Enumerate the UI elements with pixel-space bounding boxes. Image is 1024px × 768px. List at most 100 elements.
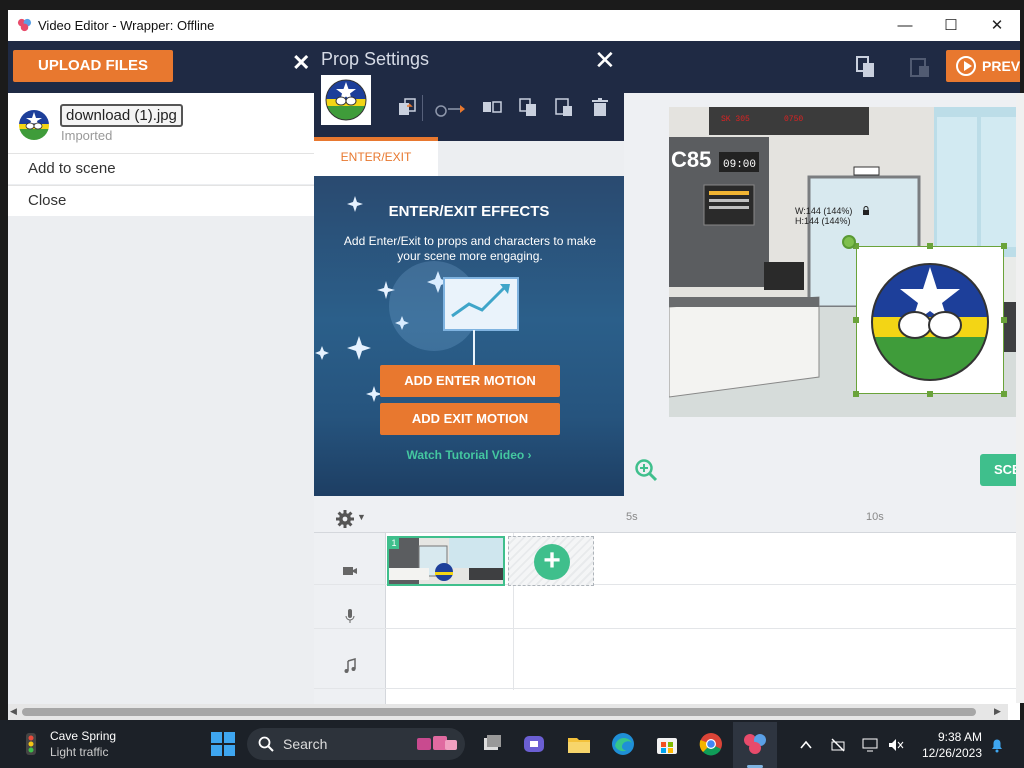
horizontal-scrollbar[interactable]: ◀ ▶ — [8, 704, 1008, 720]
resize-handle[interactable] — [927, 391, 933, 397]
prop-thumbnail — [321, 75, 371, 125]
tab-enter-exit[interactable]: ENTER/EXIT — [314, 137, 438, 176]
minimize-button[interactable]: — — [882, 10, 928, 41]
delete-icon[interactable] — [590, 97, 610, 117]
chevron-up-icon[interactable] — [798, 737, 814, 753]
maximize-button[interactable]: ☐ — [928, 10, 974, 41]
scene-canvas[interactable]: SK 305 0750 C85 09:00 W:144 (144%) H:144… — [669, 107, 1020, 417]
preview-button[interactable]: PREV — [946, 50, 1020, 82]
close-panel-button[interactable]: ✕ — [292, 50, 310, 76]
add-enter-motion-button[interactable]: ADD ENTER MOTION — [380, 365, 560, 397]
timeline-ruler: ▼ 5s 10s — [314, 503, 1020, 533]
lock-icon[interactable] — [862, 206, 870, 216]
scroll-right-icon[interactable]: ▶ — [994, 706, 1001, 717]
scene-clip[interactable]: 1 — [387, 536, 505, 586]
watch-tutorial-link[interactable]: Watch Tutorial Video › — [314, 448, 624, 462]
asset-filename[interactable]: download (1).jpg — [60, 104, 183, 127]
height-readout: H:144 (144%) — [795, 216, 851, 226]
preview-label: PREV — [982, 58, 1020, 74]
rotate-handle[interactable] — [842, 235, 856, 249]
prop-tab-bar: ENTER/EXIT — [314, 137, 624, 176]
camera-icon — [343, 567, 357, 575]
voice-track — [314, 585, 1020, 629]
window-title: Video Editor - Wrapper: Offline — [38, 18, 215, 33]
close-item[interactable]: Close — [8, 185, 314, 216]
zoom-in-icon[interactable] — [634, 458, 658, 482]
resize-handle[interactable] — [853, 391, 859, 397]
resize-handle[interactable] — [927, 243, 933, 249]
desktop-screen: Video Editor - Wrapper: Offline — ☐ ✕ UP… — [0, 0, 1024, 768]
chevron-down-icon[interactable]: ▼ — [357, 512, 366, 522]
move-prop-icon[interactable] — [434, 99, 466, 119]
add-scene-icon[interactable]: + — [534, 544, 570, 580]
chrome-icon[interactable] — [697, 730, 725, 758]
display-icon[interactable] — [862, 737, 878, 753]
network-off-icon[interactable] — [830, 737, 846, 753]
notification-bell-icon[interactable] — [989, 737, 1005, 753]
gear-icon[interactable] — [336, 510, 354, 528]
selected-prop[interactable] — [856, 246, 1004, 394]
app-window: Video Editor - Wrapper: Offline — ☐ ✕ UP… — [8, 10, 1020, 720]
svg-text:0750: 0750 — [784, 115, 803, 124]
microphone-icon — [345, 609, 355, 623]
effects-title: ENTER/EXIT EFFECTS — [388, 203, 550, 220]
traffic-light-icon[interactable] — [18, 731, 44, 757]
store-icon[interactable] — [653, 730, 681, 758]
paste-icon[interactable] — [910, 56, 930, 78]
toolbar-divider — [422, 95, 423, 121]
windows-start-icon[interactable] — [210, 731, 236, 757]
play-icon — [956, 56, 976, 76]
taskbar-search[interactable]: Search — [247, 728, 465, 760]
prop-image — [871, 263, 989, 381]
swap-prop-icon[interactable] — [397, 97, 417, 117]
clip-thumbnail — [389, 538, 503, 584]
scrollbar-thumb[interactable] — [22, 708, 976, 716]
resize-handle[interactable] — [853, 317, 859, 323]
paste-prop-icon[interactable] — [554, 97, 574, 117]
copy-prop-icon[interactable] — [518, 97, 538, 117]
clock-date[interactable]: 12/26/2023 — [914, 746, 982, 760]
app-logo-icon — [17, 18, 32, 32]
weather-subtitle: Light traffic — [50, 745, 109, 759]
clock-time[interactable]: 9:38 AM — [930, 730, 982, 744]
close-prop-settings-button[interactable]: ✕ — [594, 45, 616, 76]
asset-card[interactable]: download (1).jpg Imported — [8, 93, 314, 153]
edge-icon[interactable] — [609, 730, 637, 758]
resize-handle[interactable] — [1001, 391, 1007, 397]
teams-icon[interactable] — [520, 730, 548, 758]
weather-title[interactable]: Cave Spring — [50, 729, 116, 743]
add-to-scene-item[interactable]: Add to scene — [8, 153, 314, 184]
flip-icon[interactable] — [482, 97, 502, 117]
clip-number: 1 — [389, 538, 399, 549]
music-note-icon — [344, 658, 356, 673]
width-readout: W:144 (144%) — [795, 206, 853, 216]
timeline: ▼ 5s 10s 1 + — [314, 503, 1020, 720]
search-label: Search — [283, 736, 328, 752]
file-explorer-icon[interactable] — [565, 730, 593, 758]
add-scene-slot[interactable]: + — [508, 536, 594, 586]
resize-handle[interactable] — [1001, 243, 1007, 249]
resize-handle[interactable] — [1001, 317, 1007, 323]
effects-description: Add Enter/Exit to props and characters t… — [343, 234, 597, 263]
scroll-left-icon[interactable]: ◀ — [10, 706, 17, 717]
ruler-label-10s: 10s — [866, 511, 884, 523]
upload-files-button[interactable]: UPLOAD FILES — [13, 50, 173, 82]
prop-settings-title: Prop Settings — [321, 49, 430, 69]
video-editor-app-icon[interactable] — [741, 730, 769, 758]
volume-muted-icon[interactable] — [888, 737, 904, 753]
svg-text:SK 305: SK 305 — [721, 115, 750, 124]
scene-button[interactable]: SCE — [980, 454, 1020, 486]
add-exit-motion-button[interactable]: ADD EXIT MOTION — [380, 403, 560, 435]
scene-clock: 09:00 — [723, 159, 756, 171]
asset-status: Imported — [61, 128, 113, 143]
close-window-button[interactable]: ✕ — [974, 10, 1020, 41]
size-readout: W:144 (144%) H:144 (144%) — [795, 206, 852, 226]
title-bar: Video Editor - Wrapper: Offline — ☐ ✕ — [8, 10, 1020, 41]
enter-exit-effects-panel: ENTER/EXIT EFFECTS Add Enter/Exit to pro… — [314, 176, 624, 496]
copy-icon[interactable] — [856, 56, 876, 78]
ruler-label-5s: 5s — [626, 511, 638, 523]
search-icon — [258, 736, 274, 752]
task-view-icon[interactable] — [478, 730, 506, 758]
search-highlight-icon — [417, 736, 457, 750]
vertical-scrollbar[interactable] — [1016, 93, 1024, 703]
